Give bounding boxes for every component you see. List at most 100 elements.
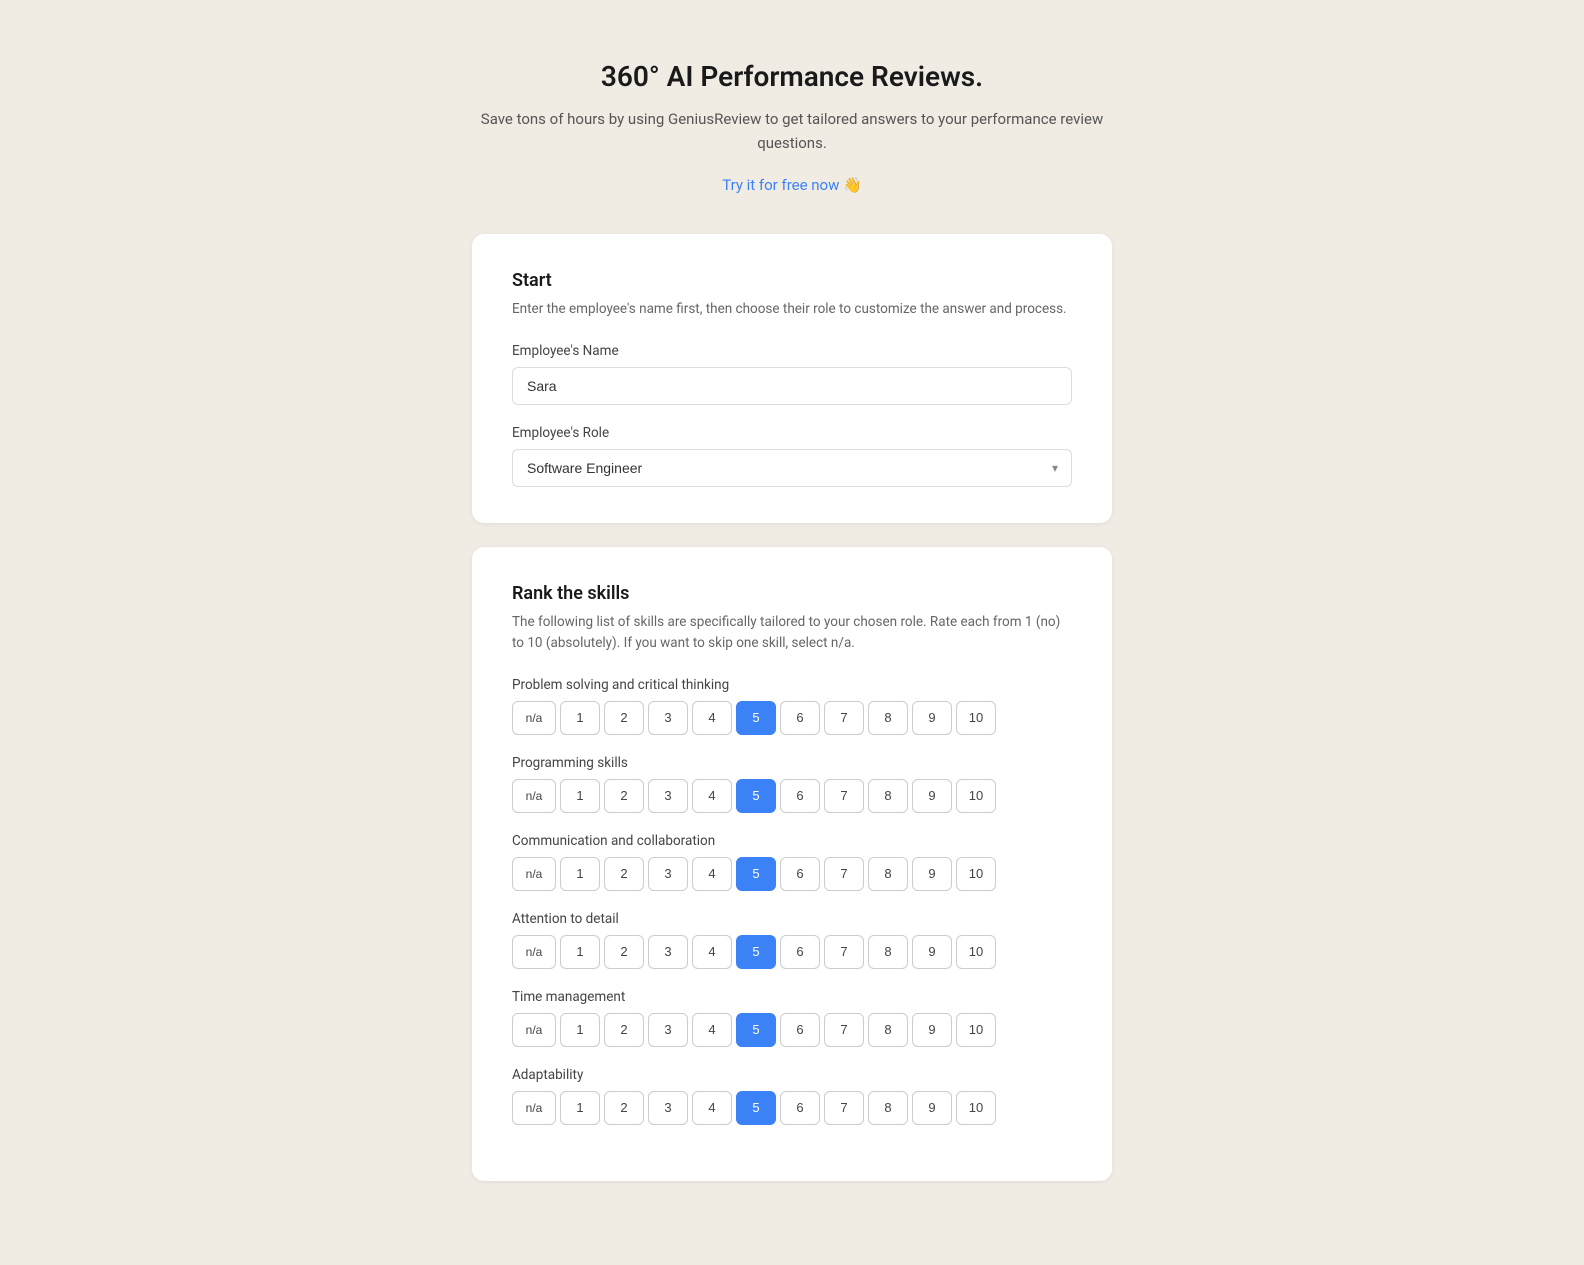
skill-label: Attention to detail [512, 911, 1072, 927]
rating-button[interactable]: 4 [692, 857, 732, 891]
hero-title: 360° AI Performance Reviews. [472, 60, 1112, 93]
rating-button[interactable]: 3 [648, 857, 688, 891]
skill-label: Programming skills [512, 755, 1072, 771]
rating-buttons: n/a12345678910 [512, 857, 1072, 891]
rating-button[interactable]: 4 [692, 701, 732, 735]
rating-button[interactable]: n/a [512, 1091, 556, 1125]
rating-button[interactable]: 8 [868, 935, 908, 969]
rating-button[interactable]: 2 [604, 857, 644, 891]
rating-button[interactable]: 1 [560, 857, 600, 891]
rating-button[interactable]: 8 [868, 857, 908, 891]
skill-row: Attention to detail n/a12345678910 [512, 911, 1072, 969]
rating-button[interactable]: 10 [956, 779, 996, 813]
rating-button[interactable]: n/a [512, 779, 556, 813]
skill-row: Problem solving and critical thinking n/a… [512, 677, 1072, 735]
rating-button[interactable]: 6 [780, 1091, 820, 1125]
rating-buttons: n/a12345678910 [512, 701, 1072, 735]
rating-button[interactable]: 9 [912, 935, 952, 969]
rating-button[interactable]: n/a [512, 935, 556, 969]
rating-button[interactable]: 10 [956, 701, 996, 735]
rating-button[interactable]: 7 [824, 779, 864, 813]
skill-label: Problem solving and critical thinking [512, 677, 1072, 693]
skill-row: Communication and collaboration n/a123456… [512, 833, 1072, 891]
rating-button[interactable]: n/a [512, 857, 556, 891]
rating-button[interactable]: 5 [736, 857, 776, 891]
rating-button[interactable]: 6 [780, 857, 820, 891]
rating-button[interactable]: 9 [912, 779, 952, 813]
employee-role-select[interactable]: Software Engineer Product Manager Design… [512, 449, 1072, 487]
rating-button[interactable]: 6 [780, 779, 820, 813]
rating-button[interactable]: 9 [912, 701, 952, 735]
rating-button[interactable]: 4 [692, 935, 732, 969]
rating-buttons: n/a12345678910 [512, 1091, 1072, 1125]
skills-container: Problem solving and critical thinking n/a… [512, 677, 1072, 1125]
employee-role-wrapper: Software Engineer Product Manager Design… [512, 449, 1072, 487]
rating-button[interactable]: 2 [604, 1091, 644, 1125]
hero-subtitle: Save tons of hours by using GeniusReview… [472, 107, 1112, 155]
rating-button[interactable]: 9 [912, 1091, 952, 1125]
skills-card-title: Rank the skills [512, 583, 1072, 604]
skill-label: Adaptability [512, 1067, 1072, 1083]
start-card-description: Enter the employee's name first, then ch… [512, 299, 1072, 319]
rating-button[interactable]: 8 [868, 779, 908, 813]
rating-button[interactable]: 6 [780, 1013, 820, 1047]
rating-button[interactable]: 5 [736, 935, 776, 969]
rating-button[interactable]: 1 [560, 779, 600, 813]
rating-button[interactable]: 1 [560, 1091, 600, 1125]
rating-button[interactable]: 10 [956, 1013, 996, 1047]
rating-button[interactable]: 4 [692, 779, 732, 813]
rating-button[interactable]: 2 [604, 1013, 644, 1047]
skill-row: Adaptability n/a12345678910 [512, 1067, 1072, 1125]
start-card-title: Start [512, 270, 1072, 291]
rating-button[interactable]: 8 [868, 1091, 908, 1125]
rating-button[interactable]: 8 [868, 701, 908, 735]
employee-name-label: Employee's Name [512, 343, 1072, 359]
skill-label: Time management [512, 989, 1072, 1005]
rating-buttons: n/a12345678910 [512, 1013, 1072, 1047]
rating-button[interactable]: 5 [736, 701, 776, 735]
rating-button[interactable]: 7 [824, 701, 864, 735]
rating-button[interactable]: 1 [560, 701, 600, 735]
rating-button[interactable]: 4 [692, 1013, 732, 1047]
rating-button[interactable]: 3 [648, 779, 688, 813]
employee-role-label: Employee's Role [512, 425, 1072, 441]
skills-card-description: The following list of skills are specifi… [512, 612, 1072, 653]
rating-button[interactable]: 4 [692, 1091, 732, 1125]
skill-row: Time management n/a12345678910 [512, 989, 1072, 1047]
rating-button[interactable]: 10 [956, 935, 996, 969]
rating-button[interactable]: 1 [560, 1013, 600, 1047]
start-card: Start Enter the employee's name first, t… [472, 234, 1112, 523]
rating-button[interactable]: 6 [780, 701, 820, 735]
rating-button[interactable]: 7 [824, 857, 864, 891]
rating-button[interactable]: n/a [512, 701, 556, 735]
rating-button[interactable]: 2 [604, 779, 644, 813]
rating-buttons: n/a12345678910 [512, 779, 1072, 813]
rating-button[interactable]: 9 [912, 1013, 952, 1047]
rating-button[interactable]: 3 [648, 1091, 688, 1125]
skills-card: Rank the skills The following list of sk… [472, 547, 1112, 1181]
hero-section: 360° AI Performance Reviews. Save tons o… [472, 60, 1112, 194]
rating-buttons: n/a12345678910 [512, 935, 1072, 969]
rating-button[interactable]: n/a [512, 1013, 556, 1047]
rating-button[interactable]: 1 [560, 935, 600, 969]
hero-cta-link[interactable]: Try it for free now 👋 [722, 176, 862, 194]
rating-button[interactable]: 2 [604, 935, 644, 969]
employee-name-input[interactable] [512, 367, 1072, 405]
rating-button[interactable]: 5 [736, 1013, 776, 1047]
skill-label: Communication and collaboration [512, 833, 1072, 849]
rating-button[interactable]: 2 [604, 701, 644, 735]
rating-button[interactable]: 3 [648, 701, 688, 735]
rating-button[interactable]: 5 [736, 779, 776, 813]
rating-button[interactable]: 7 [824, 1013, 864, 1047]
rating-button[interactable]: 5 [736, 1091, 776, 1125]
rating-button[interactable]: 10 [956, 857, 996, 891]
rating-button[interactable]: 6 [780, 935, 820, 969]
rating-button[interactable]: 3 [648, 1013, 688, 1047]
rating-button[interactable]: 9 [912, 857, 952, 891]
rating-button[interactable]: 8 [868, 1013, 908, 1047]
rating-button[interactable]: 3 [648, 935, 688, 969]
skill-row: Programming skills n/a12345678910 [512, 755, 1072, 813]
rating-button[interactable]: 10 [956, 1091, 996, 1125]
rating-button[interactable]: 7 [824, 935, 864, 969]
rating-button[interactable]: 7 [824, 1091, 864, 1125]
